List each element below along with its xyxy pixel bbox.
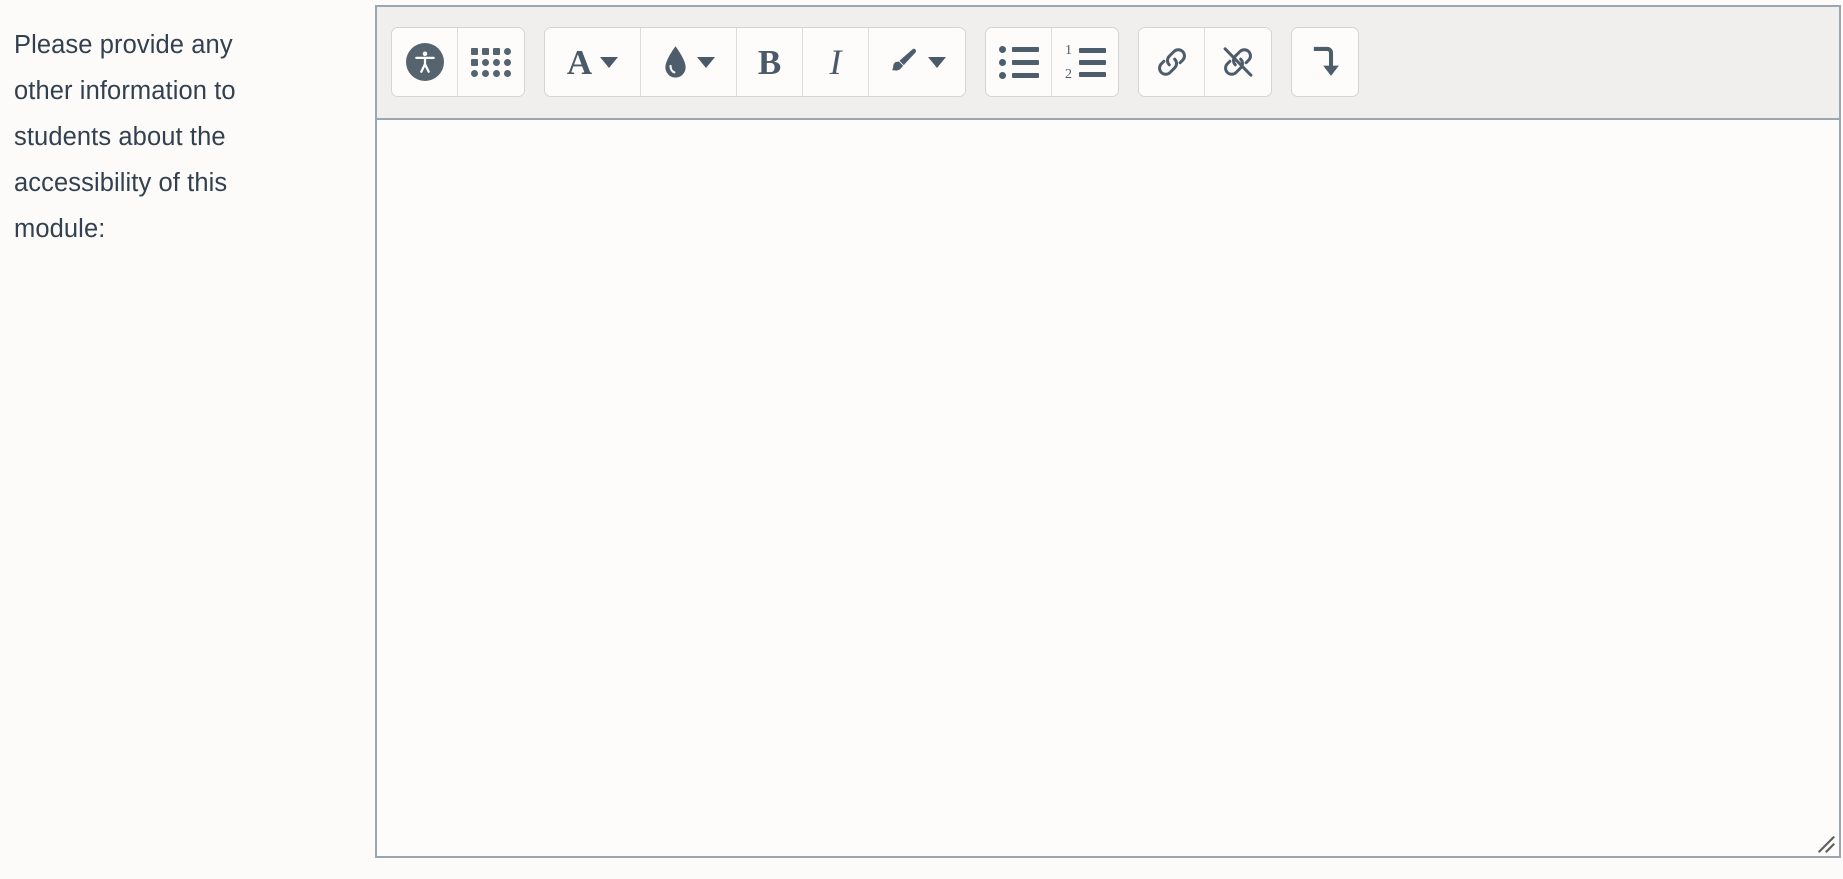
bulleted-list-button[interactable] xyxy=(986,28,1052,96)
special-characters-button[interactable] xyxy=(458,28,524,96)
dot-grid-icon xyxy=(471,47,511,77)
toolbar-group-accessibility xyxy=(391,27,525,97)
link-icon xyxy=(1154,44,1190,80)
field-label-column: Please provide any other information to … xyxy=(0,0,357,252)
field-label-line-3: students about the xyxy=(14,123,226,151)
editor-toolbar: A B I 1 2 xyxy=(377,7,1839,120)
field-label-line-5: module: xyxy=(14,215,106,243)
accessibility-checker-button[interactable] xyxy=(392,28,458,96)
bulleted-list-icon xyxy=(998,45,1039,79)
font-color-button[interactable]: A xyxy=(545,28,641,96)
editor-content-area[interactable] xyxy=(377,120,1839,856)
show-more-buttons-button[interactable] xyxy=(1292,28,1358,96)
chevron-down-icon xyxy=(928,56,946,68)
toolbar-group-expand xyxy=(1291,27,1359,97)
chevron-down-icon xyxy=(600,56,619,68)
field-label: Please provide any other information to … xyxy=(14,22,333,252)
list-number-2: 2 xyxy=(1065,66,1072,82)
background-color-button[interactable] xyxy=(641,28,737,96)
editor-column: A B I 1 2 xyxy=(357,0,1843,858)
style-brush-button[interactable] xyxy=(869,28,965,96)
unlink-icon xyxy=(1220,44,1256,80)
field-label-line-1: Please provide any xyxy=(14,31,233,59)
bold-button[interactable]: B xyxy=(737,28,803,96)
numbered-list-button[interactable]: 1 2 xyxy=(1052,28,1118,96)
field-label-line-2: other information to xyxy=(14,77,236,105)
insert-link-button[interactable] xyxy=(1139,28,1205,96)
toolbar-group-text-formatting: A B I xyxy=(544,27,966,97)
italic-button[interactable]: I xyxy=(803,28,869,96)
droplet-icon xyxy=(662,45,689,79)
editor-resize-handle[interactable] xyxy=(1815,833,1835,853)
letter-b-icon: B xyxy=(757,42,782,82)
accessibility-icon xyxy=(405,43,444,81)
numbered-list-icon: 1 2 xyxy=(1064,42,1106,82)
field-label-line-4: accessibility of this xyxy=(14,169,228,197)
letter-i-icon: I xyxy=(829,42,842,82)
paint-brush-icon xyxy=(888,46,920,78)
accessibility-information-form-row: Please provide any other information to … xyxy=(0,0,1843,879)
arrow-turn-down-icon xyxy=(1310,45,1340,79)
rich-text-editor: A B I 1 2 xyxy=(375,5,1841,858)
chevron-down-icon xyxy=(697,56,715,68)
toolbar-group-links xyxy=(1138,27,1272,97)
unlink-button[interactable] xyxy=(1205,28,1271,96)
toolbar-group-lists: 1 2 xyxy=(985,27,1119,97)
letter-a-icon: A xyxy=(566,42,593,82)
list-number-1: 1 xyxy=(1065,42,1072,58)
